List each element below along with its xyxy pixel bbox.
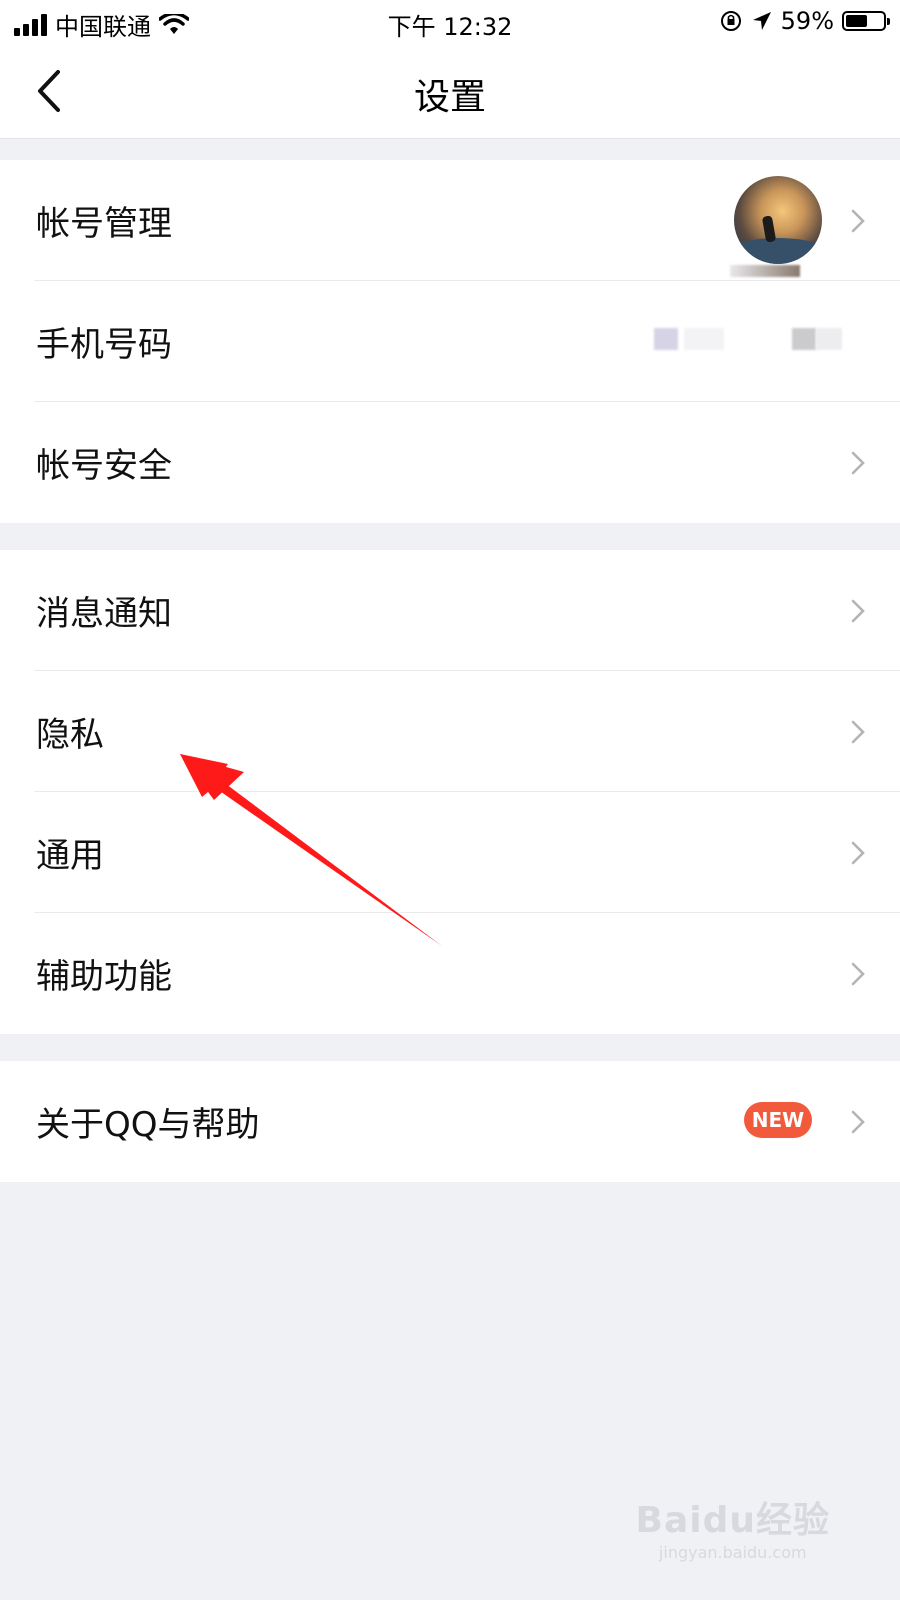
annotation-arrow-icon: [180, 754, 442, 946]
watermark: Baidu经验 jingyan.baidu.com: [636, 1491, 830, 1562]
watermark-main: Baidu经验: [635, 1500, 830, 1541]
watermark-sub: jingyan.baidu.com: [658, 1543, 807, 1562]
